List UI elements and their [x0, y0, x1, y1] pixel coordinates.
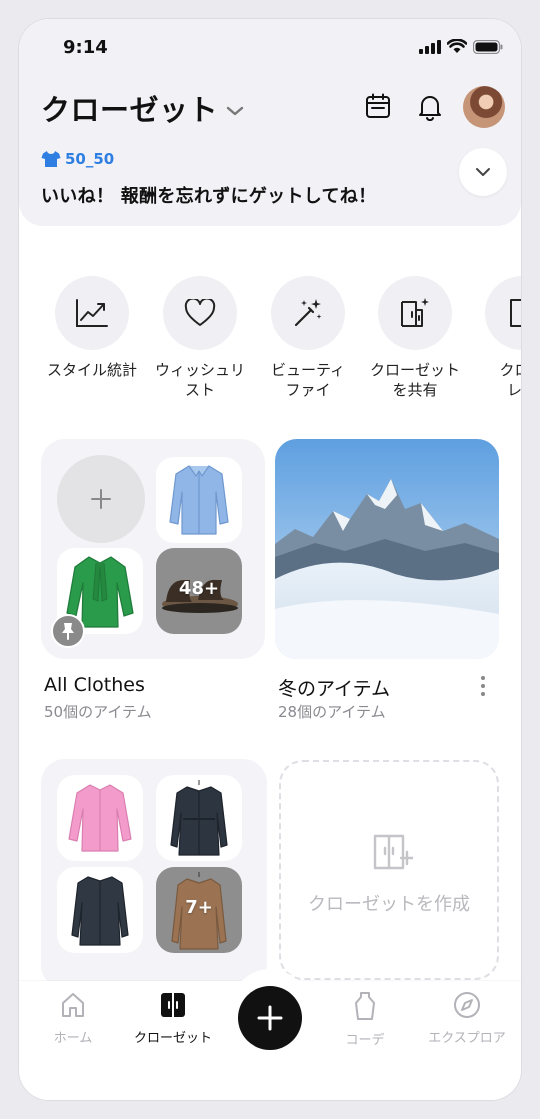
share-closet-icon — [401, 298, 429, 327]
action-style-stats[interactable]: スタイル統計 — [42, 276, 142, 380]
blue-shirt-icon — [169, 465, 229, 535]
closet-title-selector[interactable]: クローゼット — [41, 87, 244, 129]
action-label: ビューティ ファイ — [270, 361, 346, 399]
item-thumbnail[interactable] — [156, 775, 242, 861]
status-time: 9:14 — [63, 37, 108, 58]
status-icons — [419, 39, 503, 54]
tab-home[interactable]: ホーム — [21, 991, 125, 1046]
item-thumbnail-more[interactable]: 7+ — [156, 867, 242, 953]
page-title: クローゼット — [41, 93, 219, 127]
plus-icon — [91, 489, 111, 509]
item-thumbnail[interactable] — [57, 867, 143, 953]
pin-icon — [62, 623, 74, 640]
signal-icon — [419, 39, 441, 54]
create-closet-label: クローゼットを作成 — [308, 894, 470, 915]
wifi-icon — [447, 39, 467, 53]
collection-count: 28個のアイテム — [278, 703, 386, 721]
pink-shirt-icon — [68, 784, 132, 852]
reward-message: いいね！ 報酬を忘れずにゲットしてね！ — [41, 186, 377, 207]
magic-wand-icon — [294, 299, 322, 327]
battery-icon — [473, 39, 503, 54]
action-label: ウィッシュリ スト — [154, 361, 245, 399]
tab-explore[interactable]: エクスプロア — [415, 991, 519, 1046]
add-item-button[interactable] — [57, 455, 145, 543]
create-closet-button[interactable]: クローゼットを作成 — [279, 760, 499, 980]
action-beautify[interactable]: ビューティ ファイ — [258, 276, 358, 400]
tab-label: ホーム — [53, 1031, 93, 1046]
item-thumbnail-more[interactable]: 48+ — [156, 548, 242, 634]
bell-icon[interactable] — [417, 93, 443, 121]
add-button[interactable] — [238, 986, 302, 1050]
action-share-closet[interactable]: クローゼット を共有 — [365, 276, 465, 400]
action-closet-review[interactable]: クロー レビ — [472, 276, 521, 400]
collection-title: 冬のアイテム — [278, 678, 391, 700]
more-count: 48+ — [178, 578, 220, 599]
black-coat-icon — [71, 876, 129, 946]
tab-label: クローゼット — [133, 1031, 212, 1046]
tab-label: コーデ — [345, 1033, 385, 1048]
avatar[interactable] — [463, 86, 505, 128]
pinned-badge — [51, 614, 85, 648]
heart-icon — [184, 299, 216, 326]
collection-title: All Clothes — [44, 674, 145, 696]
add-closet-icon — [373, 834, 413, 870]
action-label: クロー レビ — [499, 361, 521, 399]
more-count: 7+ — [185, 897, 213, 918]
calendar-icon[interactable] — [365, 93, 391, 119]
user-tag[interactable]: 50_50 — [41, 150, 114, 168]
collection-card-winter[interactable] — [275, 439, 499, 659]
plus-icon — [257, 1005, 283, 1031]
tab-outfit[interactable]: コーデ — [313, 991, 417, 1048]
more-options-icon[interactable] — [479, 675, 487, 697]
outfit-icon — [355, 992, 375, 1020]
compass-icon — [454, 992, 480, 1018]
navy-coat-icon — [170, 780, 228, 856]
action-wishlist[interactable]: ウィッシュリ スト — [150, 276, 250, 400]
user-tag-label: 50_50 — [65, 150, 115, 168]
quick-actions: スタイル統計 ウィッシュリ スト ビューティ ファイ クローゼット を共有 ク … — [19, 276, 521, 406]
snowy-mountain-image — [275, 439, 499, 659]
tshirt-icon — [41, 151, 61, 167]
phone-screen: 9:14 クローゼット 50_50 いいね！ 報酬を忘れずにゲットしてね！ スタ… — [19, 19, 521, 1100]
action-label: クローゼット を共有 — [369, 361, 460, 399]
chart-line-icon — [76, 299, 108, 327]
item-thumbnail[interactable] — [156, 457, 242, 543]
closet-icon — [161, 993, 185, 1017]
tab-closet[interactable]: クローゼット — [121, 991, 225, 1046]
collection-count: 50個のアイテム — [44, 703, 152, 721]
collapse-button[interactable] — [459, 148, 507, 196]
action-label: スタイル統計 — [46, 361, 137, 379]
home-icon — [62, 993, 84, 1017]
closet-review-icon — [510, 299, 521, 327]
chevron-down-icon — [226, 106, 244, 116]
tab-label: エクスプロア — [428, 1031, 506, 1046]
item-thumbnail[interactable] — [57, 775, 143, 861]
chevron-down-icon — [476, 168, 490, 176]
